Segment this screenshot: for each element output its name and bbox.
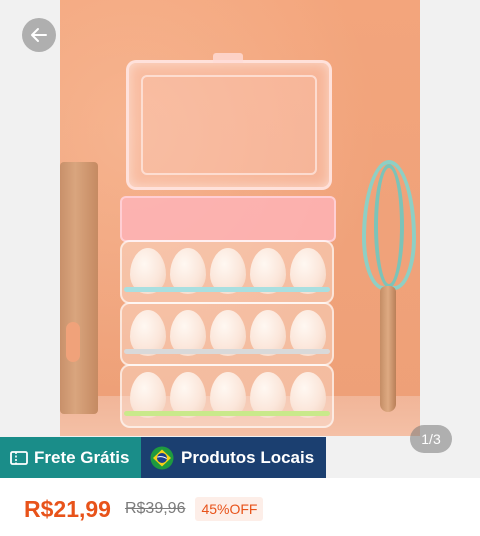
current-price: R$21,99: [24, 495, 111, 522]
cutting-board: [60, 162, 98, 414]
brazil-flag-icon: [150, 446, 174, 469]
product-image-gallery[interactable]: 1/3: [0, 0, 480, 478]
back-button[interactable]: [22, 18, 56, 52]
egg-tray: [120, 302, 334, 366]
tray-stripe: [124, 411, 330, 416]
lid-tab: [213, 53, 243, 63]
local-products-badge: Produtos Locais: [141, 437, 326, 478]
tray-stripe: [124, 349, 330, 354]
original-price: R$39,96: [124, 500, 186, 517]
whisk: [360, 160, 418, 430]
free-shipping-badge: Frete Grátis: [0, 437, 141, 478]
egg-box-base: [120, 196, 336, 242]
product-screen: 1/3 Frete Grátis Produtos Locais R$21,99…: [0, 0, 480, 536]
discount-badge: 45%OFF: [195, 497, 264, 521]
tray-stripe: [124, 287, 330, 292]
cutting-board-hole: [66, 322, 80, 362]
free-shipping-label: Frete Grátis: [34, 447, 130, 467]
whisk-head-inner: [374, 164, 404, 288]
ticket-icon: [10, 450, 28, 465]
local-products-label: Produtos Locais: [181, 447, 315, 467]
image-counter: 1/3: [410, 425, 452, 453]
price-row: R$21,99 R$39,96 45%OFF: [24, 494, 264, 524]
egg-box-lid: [126, 53, 332, 190]
lid-inner: [141, 75, 317, 175]
arrow-left-icon: [31, 28, 47, 42]
product-photo: [60, 0, 420, 436]
whisk-handle: [380, 286, 396, 412]
egg-tray: [120, 364, 334, 428]
egg-tray: [120, 240, 334, 304]
